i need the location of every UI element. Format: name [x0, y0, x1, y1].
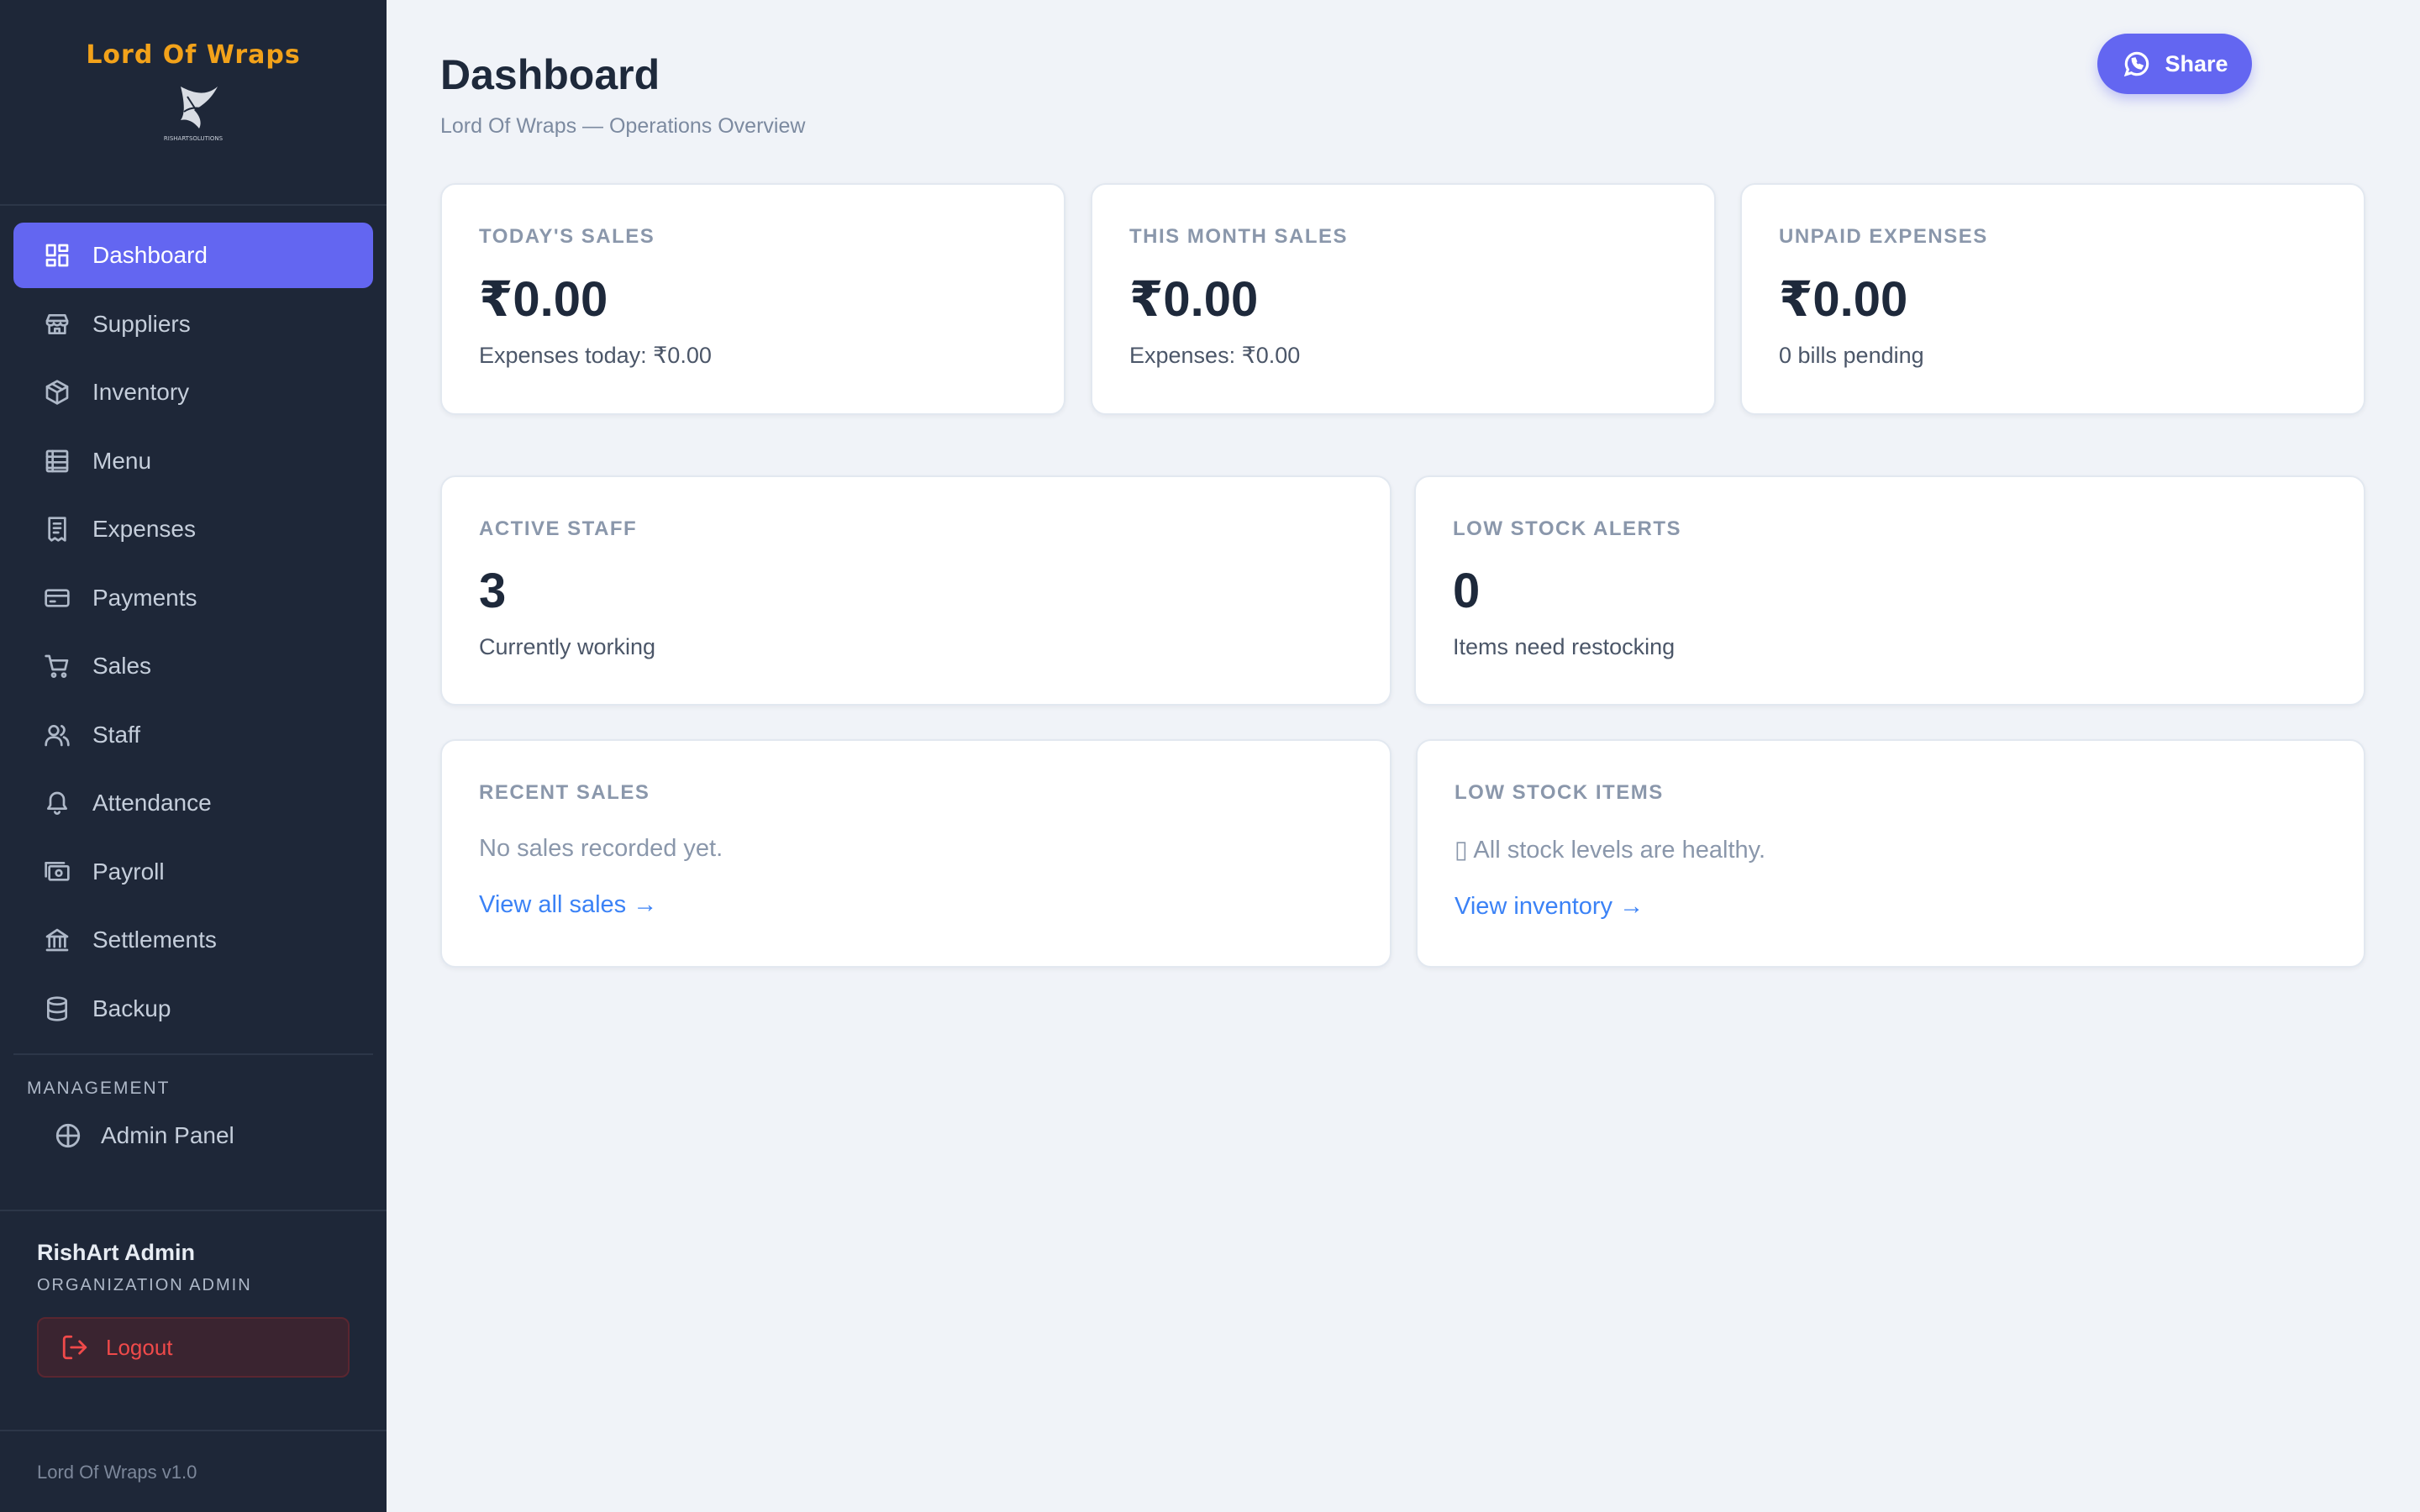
empty-state-text: ▯ All stock levels are healthy. [1455, 837, 1766, 864]
card-label: LOW STOCK ITEMS [1455, 781, 1664, 804]
card-label: RECENT SALES [479, 781, 650, 804]
bird-logo-icon: RISHARTSOLUTIONS [164, 87, 224, 142]
main-content: Dashboard Lord Of Wraps — Operations Ove… [387, 0, 2420, 1512]
share-button[interactable]: Share [2097, 34, 2252, 94]
low-stock-items-card: LOW STOCK ITEMS ▯ All stock levels are h… [1416, 739, 2365, 968]
card-label: THIS MONTH SALES [1129, 225, 1349, 248]
sidebar-item-sales[interactable]: Sales [13, 633, 373, 699]
brand: Lord Of Wraps RISHARTSOLUTIONS [0, 0, 387, 206]
sidebar-item-label: Payroll [92, 858, 165, 885]
card-subtext: Expenses: ₹0.00 [1129, 343, 1301, 368]
card-value: 0 [1453, 564, 1481, 618]
whatsapp-icon [2124, 51, 2149, 77]
brand-title: Lord Of Wraps [86, 40, 301, 70]
sidebar-item-suppliers[interactable]: Suppliers [13, 291, 373, 357]
unpaid-expenses-card: UNPAID EXPENSES ₹0.00 0 bills pending [1740, 183, 2365, 415]
share-label: Share [2165, 50, 2228, 76]
card-label: UNPAID EXPENSES [1779, 225, 1988, 248]
store-icon [42, 309, 72, 339]
sidebar-nav: Dashboard Suppliers Inventory Menu Expen… [0, 206, 387, 1042]
management-section-label: MANAGEMENT [27, 1078, 171, 1098]
sidebar-item-payroll[interactable]: Payroll [13, 839, 373, 905]
sidebar-item-backup[interactable]: Backup [13, 976, 373, 1042]
version-footer: Lord Of Wraps v1.0 [0, 1430, 387, 1483]
sidebar-divider [13, 1053, 373, 1055]
sidebar-item-staff[interactable]: Staff [13, 702, 373, 768]
card-label: ACTIVE STAFF [479, 517, 638, 540]
sidebar-item-menu[interactable]: Menu [13, 428, 373, 494]
card-label: TODAY'S SALES [479, 225, 655, 248]
sidebar-item-label: Suppliers [92, 310, 191, 337]
low-stock-alerts-card: LOW STOCK ALERTS 0 Items need restocking [1414, 475, 2365, 706]
card-label: LOW STOCK ALERTS [1453, 517, 1681, 540]
user-name: RishArt Admin [37, 1240, 195, 1265]
database-icon [42, 994, 72, 1024]
box-icon [42, 377, 72, 407]
sidebar-item-admin-panel[interactable]: Admin Panel [54, 1117, 387, 1154]
sidebar-item-label: Expenses [92, 516, 196, 542]
user-block: RishArt Admin ORGANIZATION ADMIN Logout [0, 1210, 387, 1378]
sidebar-item-settlements[interactable]: Settlements [13, 907, 373, 973]
sidebar: Lord Of Wraps RISHARTSOLUTIONS Dashboard… [0, 0, 387, 1512]
receipt-icon [42, 514, 72, 544]
cart-icon [42, 651, 72, 681]
globe-icon [55, 1123, 81, 1147]
sidebar-item-label: Menu [92, 447, 152, 474]
sidebar-item-label: Admin Panel [101, 1121, 234, 1148]
sidebar-item-label: Settlements [92, 927, 217, 953]
sidebar-item-label: Backup [92, 995, 171, 1021]
active-staff-card: ACTIVE STAFF 3 Currently working [440, 475, 1392, 706]
bank-icon [42, 925, 72, 955]
card-value: ₹0.00 [1779, 272, 1908, 327]
sidebar-item-inventory[interactable]: Inventory [13, 360, 373, 425]
sidebar-item-expenses[interactable]: Expenses [13, 496, 373, 562]
users-icon [42, 720, 72, 750]
card-value: ₹0.00 [479, 272, 608, 327]
sidebar-item-payments[interactable]: Payments [13, 565, 373, 631]
view-inventory-link[interactable]: View inventory → [1455, 893, 1644, 921]
sidebar-item-label: Inventory [92, 379, 190, 405]
logout-label: Logout [106, 1334, 173, 1360]
credit-card-icon [42, 583, 72, 613]
card-subtext: Currently working [479, 634, 656, 659]
version-label: Lord Of Wraps v1.0 [37, 1462, 197, 1483]
list-icon [42, 446, 72, 476]
empty-state-text: No sales recorded yet. [479, 835, 723, 862]
bell-icon [42, 788, 72, 818]
page-subtitle: Lord Of Wraps — Operations Overview [440, 114, 806, 138]
card-value: ₹0.00 [1129, 272, 1259, 327]
dashboard-icon [42, 240, 72, 270]
card-subtext: Items need restocking [1453, 634, 1676, 659]
sidebar-item-label: Payments [92, 584, 197, 611]
banknote-icon [42, 857, 72, 887]
sidebar-item-attendance[interactable]: Attendance [13, 770, 373, 836]
recent-sales-card: RECENT SALES No sales recorded yet. View… [440, 739, 1392, 968]
logout-button[interactable]: Logout [37, 1317, 350, 1378]
today-sales-card: TODAY'S SALES ₹0.00 Expenses today: ₹0.0… [440, 183, 1065, 415]
view-all-sales-link[interactable]: View all sales → [479, 891, 657, 919]
sidebar-item-label: Sales [92, 653, 152, 679]
month-sales-card: THIS MONTH SALES ₹0.00 Expenses: ₹0.00 [1091, 183, 1716, 415]
card-subtext: Expenses today: ₹0.00 [479, 343, 712, 368]
sidebar-item-dashboard[interactable]: Dashboard [13, 223, 373, 288]
sidebar-item-label: Dashboard [92, 242, 208, 268]
user-role: ORGANIZATION ADMIN [37, 1276, 252, 1294]
sidebar-item-label: Staff [92, 721, 141, 748]
logo-caption: RISHARTSOLUTIONS [164, 135, 224, 142]
logout-icon [62, 1335, 87, 1360]
card-subtext: 0 bills pending [1779, 343, 1924, 368]
sidebar-item-label: Attendance [92, 790, 212, 816]
card-value: 3 [479, 564, 507, 618]
page-title: Dashboard [440, 51, 660, 98]
